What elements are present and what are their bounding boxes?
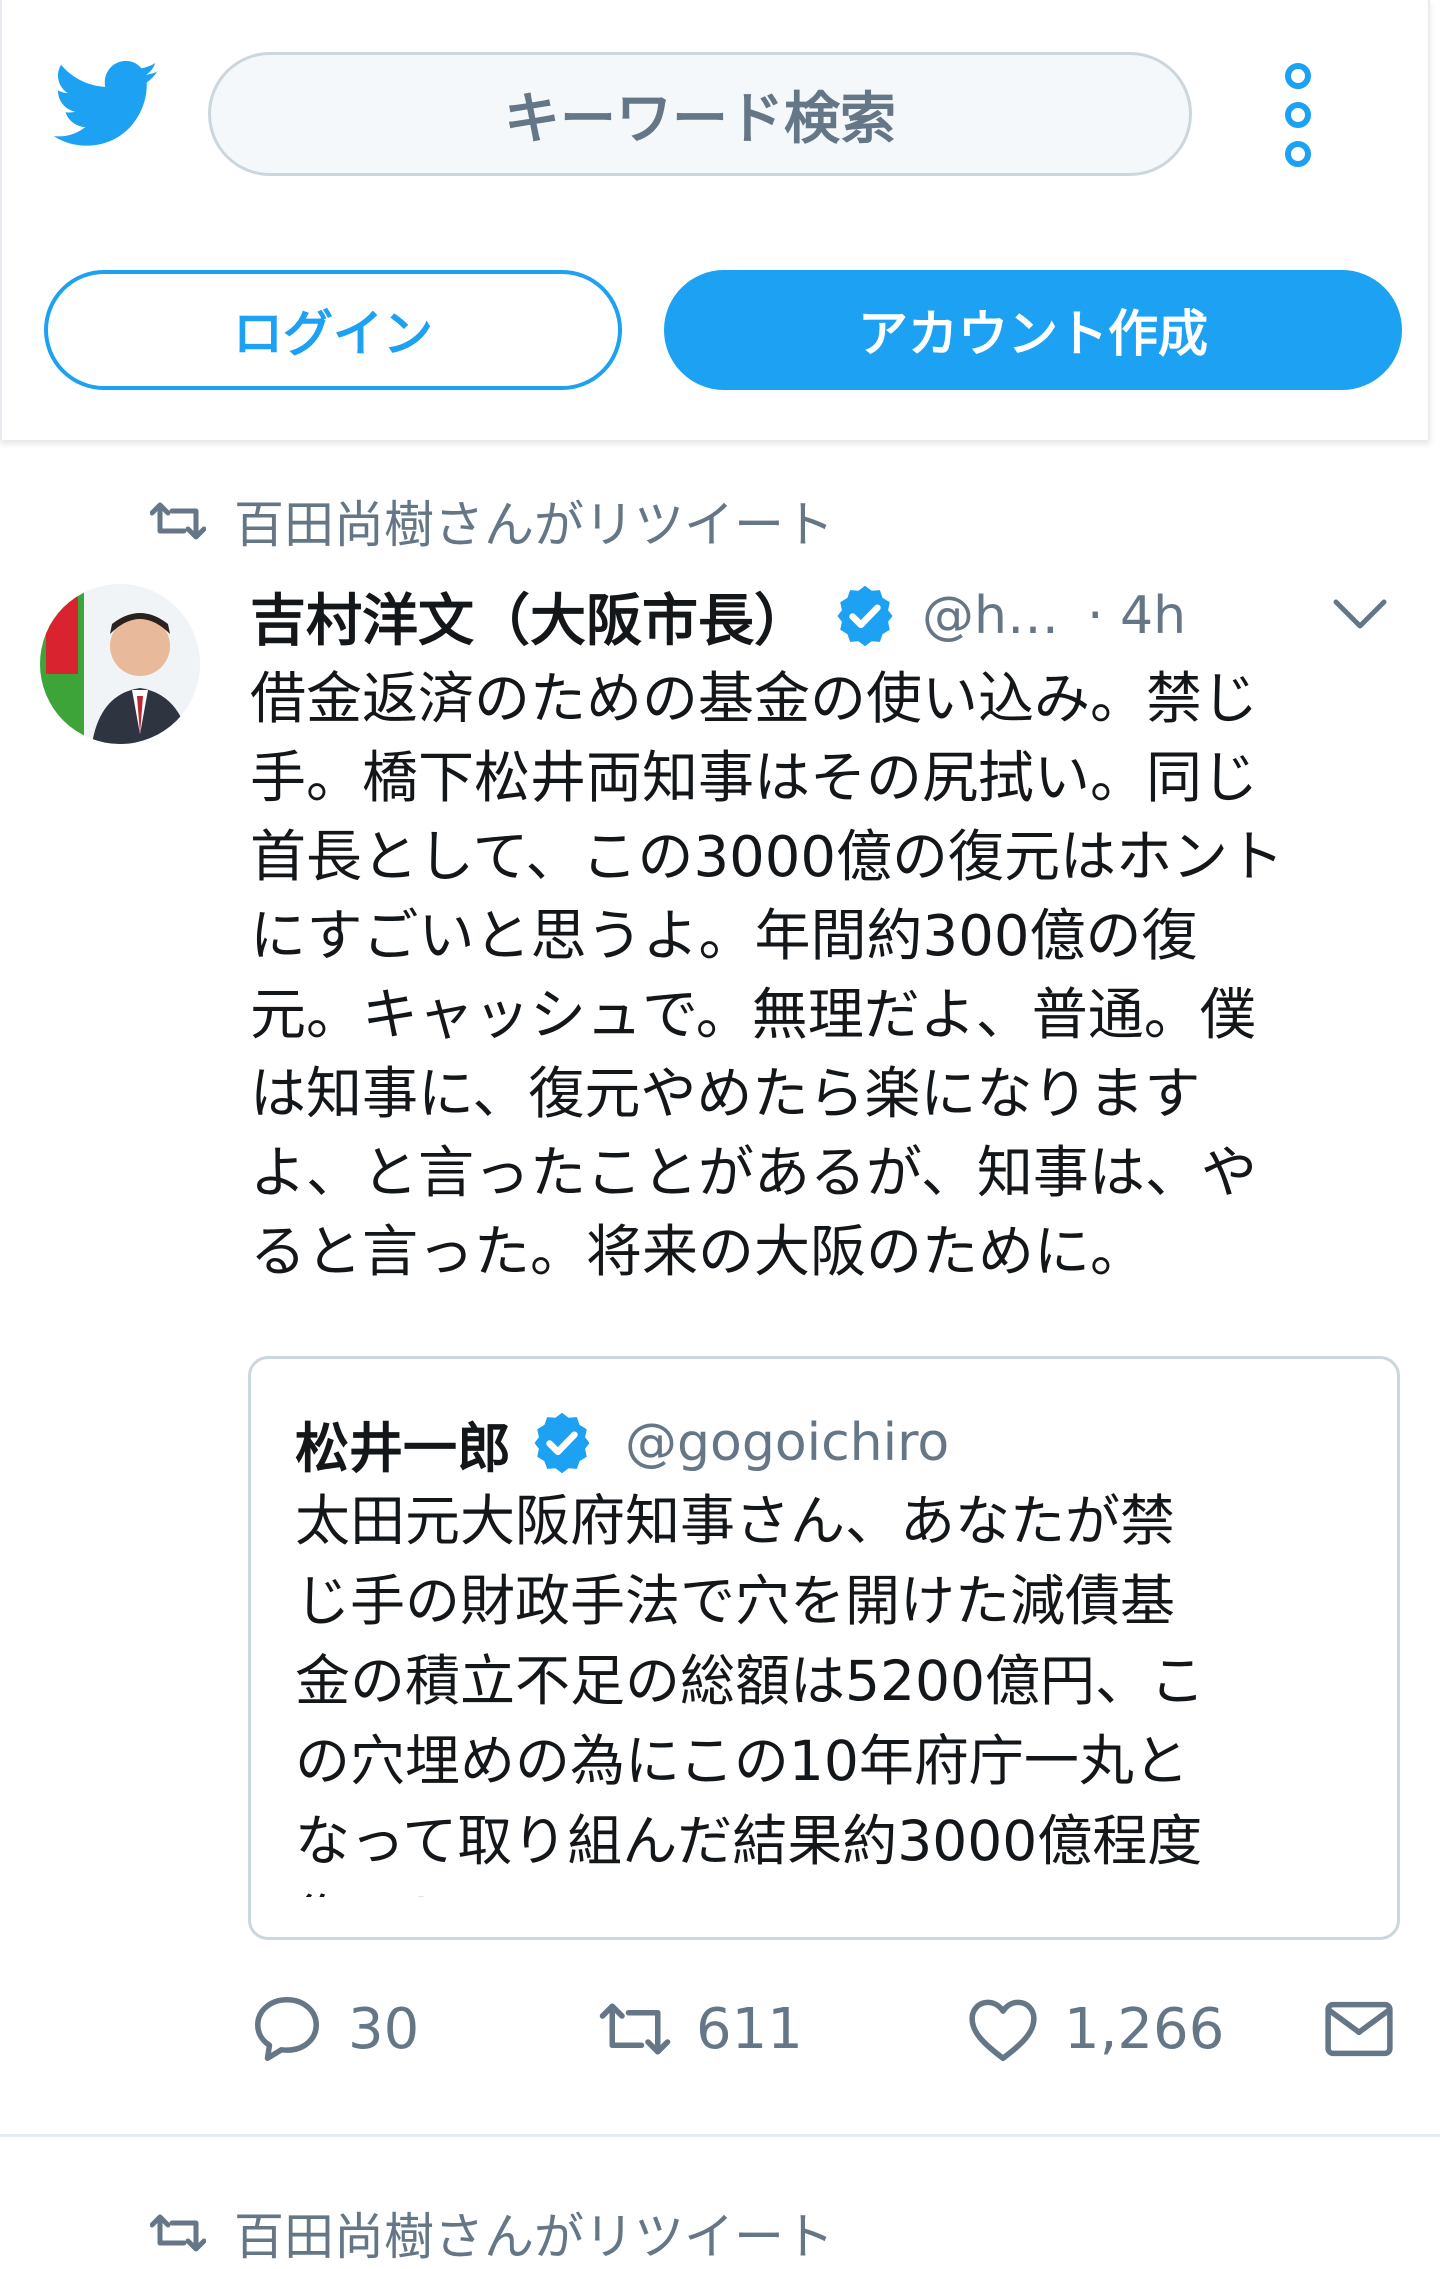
- search-placeholder: キーワード検索: [504, 86, 896, 152]
- tweet-handle[interactable]: @h…: [922, 586, 1059, 646]
- reply-button[interactable]: 30: [248, 1984, 419, 2074]
- retweet-banner-text: 百田尚樹さんがリツイート: [234, 496, 834, 554]
- chevron-down-icon[interactable]: [1330, 596, 1390, 632]
- retweet-banner: 百田尚樹さんがリツイート: [150, 2200, 834, 2266]
- signup-label: アカウント作成: [858, 305, 1208, 363]
- login-button[interactable]: ログイン: [44, 270, 622, 390]
- verified-badge-icon: [534, 1412, 590, 1474]
- retweet-banner: 百田尚樹さんがリツイート: [150, 488, 834, 554]
- retweet-banner-text: 百田尚樹さんがリツイート: [234, 2208, 834, 2266]
- quoted-handle: @gogoichiro: [625, 1413, 950, 1473]
- tweet-divider: [0, 2134, 1440, 2137]
- envelope-icon: [1325, 2001, 1393, 2057]
- more-options-icon[interactable]: [1278, 60, 1318, 170]
- heart-icon: [969, 1999, 1037, 2062]
- quoted-author-name: 松井一郎: [295, 1416, 511, 1480]
- login-label: ログイン: [233, 305, 433, 363]
- retweet-icon: [150, 2214, 206, 2252]
- retweet-icon: [150, 502, 206, 540]
- quoted-tweet-text: 太田元大阪府知事さん、あなたが禁 じ手の財政手法で穴を開けた減債基 金の積立不足…: [295, 1489, 1205, 1897]
- tweet-header: 吉村洋文（大阪市長） @h… · 4h: [250, 578, 1400, 654]
- verified-badge-icon: [837, 585, 893, 647]
- quoted-tweet[interactable]: 松井一郎 @gogoichiro 太田元大阪府知事さん、あなたが禁 じ手の財政手…: [248, 1356, 1400, 1940]
- reply-count: 30: [348, 1996, 420, 2062]
- direct-message-button[interactable]: [1320, 1984, 1398, 2074]
- tweet-actions: 30 611 1,266: [248, 1984, 1408, 2074]
- like-count: 1,266: [1064, 1996, 1225, 2062]
- tweet-text: 借金返済のための基金の使い込み。禁じ 手。橋下松井両知事はその尻拭い。同じ 首長…: [250, 667, 1285, 1285]
- reply-icon: [254, 1996, 320, 2062]
- twitter-bird-icon[interactable]: [54, 58, 160, 152]
- top-bar: キーワード検索 ログイン アカウント作成: [0, 0, 1430, 440]
- signup-button[interactable]: アカウント作成: [664, 270, 1402, 390]
- retweet-count: 611: [696, 1996, 803, 2062]
- tweet-timestamp[interactable]: · 4h: [1087, 586, 1186, 646]
- search-input[interactable]: キーワード検索: [208, 52, 1192, 176]
- tweet-author-name[interactable]: 吉村洋文（大阪市長）: [250, 576, 810, 657]
- like-button[interactable]: 1,266: [964, 1984, 1224, 2074]
- quoted-tweet-header: 松井一郎 @gogoichiro: [295, 1403, 949, 1483]
- retweet-button[interactable]: 611: [596, 1984, 803, 2074]
- retweet-icon: [599, 2003, 671, 2055]
- avatar[interactable]: [40, 584, 200, 744]
- avatar-image: [40, 584, 200, 744]
